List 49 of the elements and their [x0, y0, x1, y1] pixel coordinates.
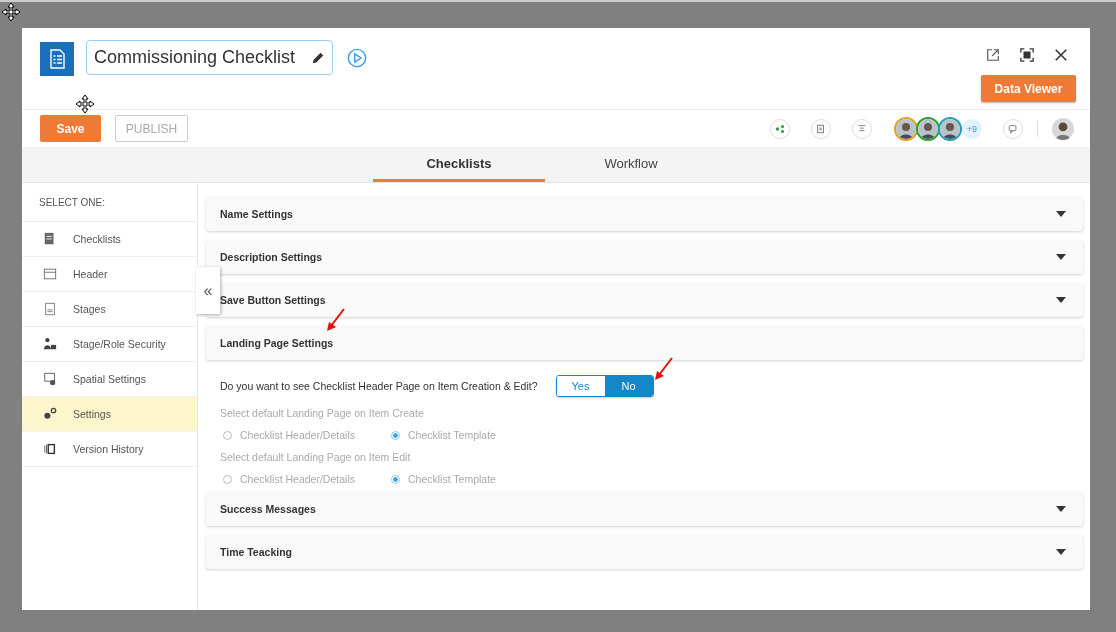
sidebar-heading: SELECT ONE: — [22, 183, 197, 222]
caret-icon — [1056, 254, 1066, 260]
user-lock-icon — [43, 337, 57, 351]
section-title: Landing Page Settings — [220, 337, 334, 349]
caret-icon — [1056, 506, 1066, 512]
tab[interactable]: Checklists — [373, 147, 545, 182]
pencil-icon[interactable] — [311, 50, 325, 65]
avatar[interactable] — [894, 116, 918, 141]
sidebar-item[interactable]: Settings — [22, 397, 197, 432]
sidebar-item[interactable]: Stage/Role Security — [22, 327, 197, 362]
accordion-header[interactable]: Landing Page Settings — [206, 326, 1083, 360]
checklist-logo-icon — [40, 42, 74, 76]
caret-icon — [1056, 211, 1066, 217]
avatar[interactable] — [938, 116, 962, 141]
section-title: Name Settings — [220, 208, 293, 220]
avatar[interactable] — [916, 116, 940, 141]
toggle-option[interactable]: Yes — [556, 376, 605, 396]
title-field[interactable]: Commissioning Checklist — [86, 40, 333, 75]
accordion-header[interactable]: Time Teacking — [206, 535, 1083, 569]
collapse-button[interactable]: « — [196, 267, 220, 314]
move-cursor-icon — [75, 94, 95, 114]
accordion-header[interactable]: Description Settings — [206, 240, 1083, 274]
move-cursor-icon — [1, 2, 21, 22]
section-title: Save Button Settings — [220, 294, 326, 306]
close-icon[interactable] — [1054, 48, 1068, 62]
user-avatar[interactable] — [1052, 117, 1074, 140]
external-link-icon[interactable] — [986, 48, 1000, 62]
section-title: Success Messages — [220, 503, 316, 515]
play-icon[interactable] — [347, 48, 367, 68]
question-text: Do you want to see Checklist Header Page on Item Creation & Edit? — [220, 380, 538, 392]
group-label: Select default Landing Page on Item Edit — [220, 451, 412, 463]
window-icon — [43, 267, 57, 281]
accordion-header[interactable]: Name Settings — [206, 197, 1083, 231]
caret-icon — [1056, 549, 1066, 555]
page-icon — [43, 302, 57, 316]
sidebar-item[interactable]: Checklists — [22, 222, 197, 257]
section-title: Description Settings — [220, 251, 323, 263]
group-label: Select default Landing Page on Item Create — [220, 407, 425, 419]
gears-icon — [43, 407, 57, 421]
accordion-header[interactable]: Success Messages — [206, 492, 1083, 526]
history-icon — [43, 442, 57, 456]
screen-gear-icon — [43, 372, 57, 386]
caret-icon — [1056, 297, 1066, 303]
toggle-option[interactable]: No — [604, 376, 653, 396]
tab[interactable]: Workflow — [545, 147, 717, 182]
section-title: Time Teacking — [220, 546, 292, 558]
sidebar-item[interactable]: Version History — [22, 432, 197, 467]
fullscreen-icon[interactable] — [1020, 48, 1034, 62]
document-icon — [43, 232, 57, 246]
